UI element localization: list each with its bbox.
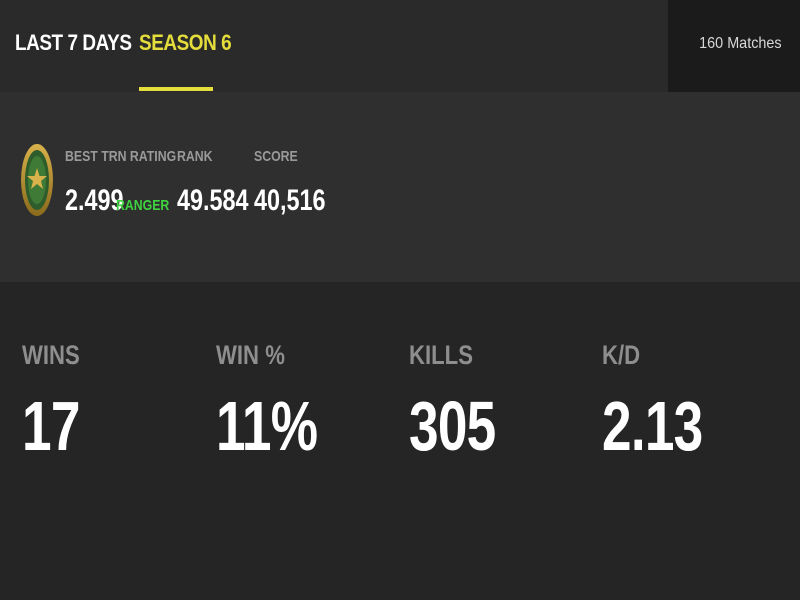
rank-value: 49.584 <box>177 184 249 217</box>
stats-page: LAST 7 DAYS SEASON 6 160 Matches BEST TR… <box>0 0 800 600</box>
kd-value: 2.13 <box>602 387 703 465</box>
wins-value: 17 <box>22 387 80 465</box>
best-trn-rating-label: BEST TRN RATING <box>65 148 177 165</box>
tab-season-6[interactable]: SEASON 6 <box>139 30 232 56</box>
kills-label: KILLS <box>409 340 473 370</box>
ranger-rank-badge-icon <box>20 142 54 218</box>
score-value: 40,516 <box>254 184 326 217</box>
score-label: SCORE <box>254 148 298 165</box>
rank-label: RANK <box>177 148 213 165</box>
header-tab-bar: LAST 7 DAYS SEASON 6 160 Matches <box>0 0 800 92</box>
kills-value: 305 <box>409 387 496 465</box>
main-stats-section: WINS 17 WIN % 11% KILLS 305 K/D 2.13 <box>0 282 800 600</box>
matches-count: 160 Matches <box>699 35 782 52</box>
wins-label: WINS <box>22 340 80 370</box>
best-trn-rating-value: 2.499 <box>65 184 124 217</box>
rank-name-badge: RANGER <box>116 197 170 214</box>
tab-last-7-days[interactable]: LAST 7 DAYS <box>15 30 132 56</box>
win-percent-value: 11% <box>216 387 318 465</box>
win-percent-label: WIN % <box>216 340 285 370</box>
active-tab-indicator <box>139 87 213 91</box>
kd-label: K/D <box>602 340 641 370</box>
rating-section: BEST TRN RATING 2.499 RANGER RANK 49.584… <box>0 92 800 282</box>
